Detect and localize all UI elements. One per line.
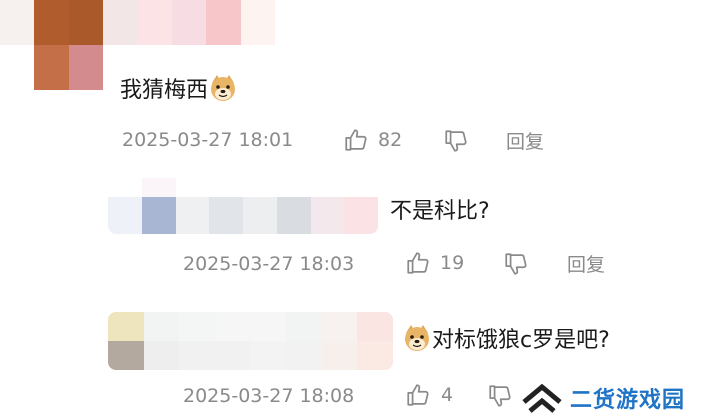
comment-1-body: 我猜梅西 bbox=[120, 78, 209, 103]
comment-3-like-count: 4 bbox=[441, 384, 454, 406]
thumbs-down-icon[interactable] bbox=[503, 251, 529, 277]
thumbs-up-icon[interactable] bbox=[405, 382, 431, 408]
comment-1-reply-button[interactable]: 回复 bbox=[506, 130, 544, 154]
comment-2-timestamp: 2025-03-27 18:03 bbox=[183, 253, 355, 275]
comment-3-text: 对标饿狼c罗是吧? bbox=[402, 323, 610, 355]
watermark-text: 二货游戏园 bbox=[569, 388, 685, 413]
comment-1-like-count: 82 bbox=[378, 129, 403, 151]
thumbs-up-icon[interactable] bbox=[343, 127, 369, 153]
doge-emoji-icon bbox=[211, 75, 236, 101]
comment-3-blurred-avatar[interactable] bbox=[108, 312, 393, 370]
comment-1-text: 我猜梅西 bbox=[120, 73, 238, 105]
comment-2-reply-button[interactable]: 回复 bbox=[567, 253, 605, 277]
double-chevron-up-logo-icon bbox=[522, 383, 562, 413]
thumbs-down-icon[interactable] bbox=[487, 383, 513, 409]
comment-2-blurred-avatar[interactable] bbox=[108, 178, 378, 234]
doge-emoji-icon bbox=[405, 325, 429, 351]
comment-3-body: 对标饿狼c罗是吧? bbox=[432, 328, 610, 353]
thumbs-up-icon[interactable] bbox=[405, 250, 431, 276]
thumbs-down-icon[interactable] bbox=[443, 128, 469, 154]
site-watermark: 二货游戏园 bbox=[519, 381, 691, 415]
comment-3-timestamp: 2025-03-27 18:08 bbox=[183, 385, 355, 407]
comment-2-like-count: 19 bbox=[440, 252, 465, 274]
comment-2-text: 不是科比? bbox=[390, 199, 490, 224]
comment-1-timestamp: 2025-03-27 18:01 bbox=[122, 129, 294, 151]
